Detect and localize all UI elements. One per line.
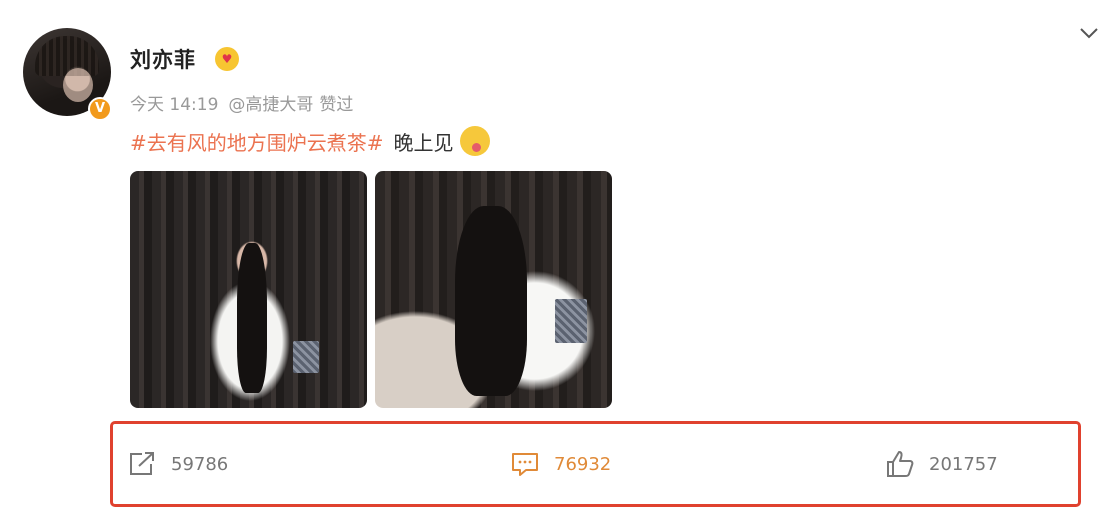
- comment-count: 76932: [554, 453, 612, 475]
- post-text: 晚上见: [393, 130, 454, 155]
- verified-badge-icon: V: [88, 97, 112, 121]
- author-name[interactable]: 刘亦菲: [130, 44, 196, 74]
- photo-detail: [555, 299, 587, 343]
- like-count: 201757: [929, 453, 998, 475]
- photo-detail: [293, 341, 319, 373]
- action-bar: 59786 76932 201757: [110, 421, 1081, 507]
- post-meta: 今天 14:19 @高捷大哥 赞过: [130, 90, 363, 115]
- hashtag-link[interactable]: #去有风的地方围炉云煮茶#: [130, 127, 384, 156]
- thumbs-up-icon: [887, 451, 914, 477]
- comment-button[interactable]: 76932: [510, 424, 611, 504]
- post-time[interactable]: 今天 14:19: [130, 95, 218, 115]
- photo-detail: [237, 243, 267, 393]
- post-image-2[interactable]: [375, 171, 612, 408]
- avatar-hair: [35, 36, 99, 76]
- repost-count: 59786: [171, 453, 229, 475]
- like-button[interactable]: 201757: [885, 424, 998, 504]
- chevron-down-icon[interactable]: [1078, 22, 1100, 44]
- photo-detail: [455, 206, 527, 396]
- post-content: #去有风的地方围炉云煮茶# 晚上见: [130, 126, 490, 156]
- share-icon: [130, 452, 154, 475]
- post-image-1[interactable]: [130, 171, 367, 408]
- avatar-face: [63, 68, 93, 102]
- yum-emoji-icon: [459, 126, 490, 156]
- repost-button[interactable]: 59786: [127, 424, 228, 504]
- liked-label: 赞过: [319, 95, 354, 115]
- mention-link[interactable]: @高捷大哥: [228, 95, 313, 115]
- heart-eyes-emoji-icon: ♥: [215, 47, 239, 71]
- comment-icon: [512, 453, 538, 476]
